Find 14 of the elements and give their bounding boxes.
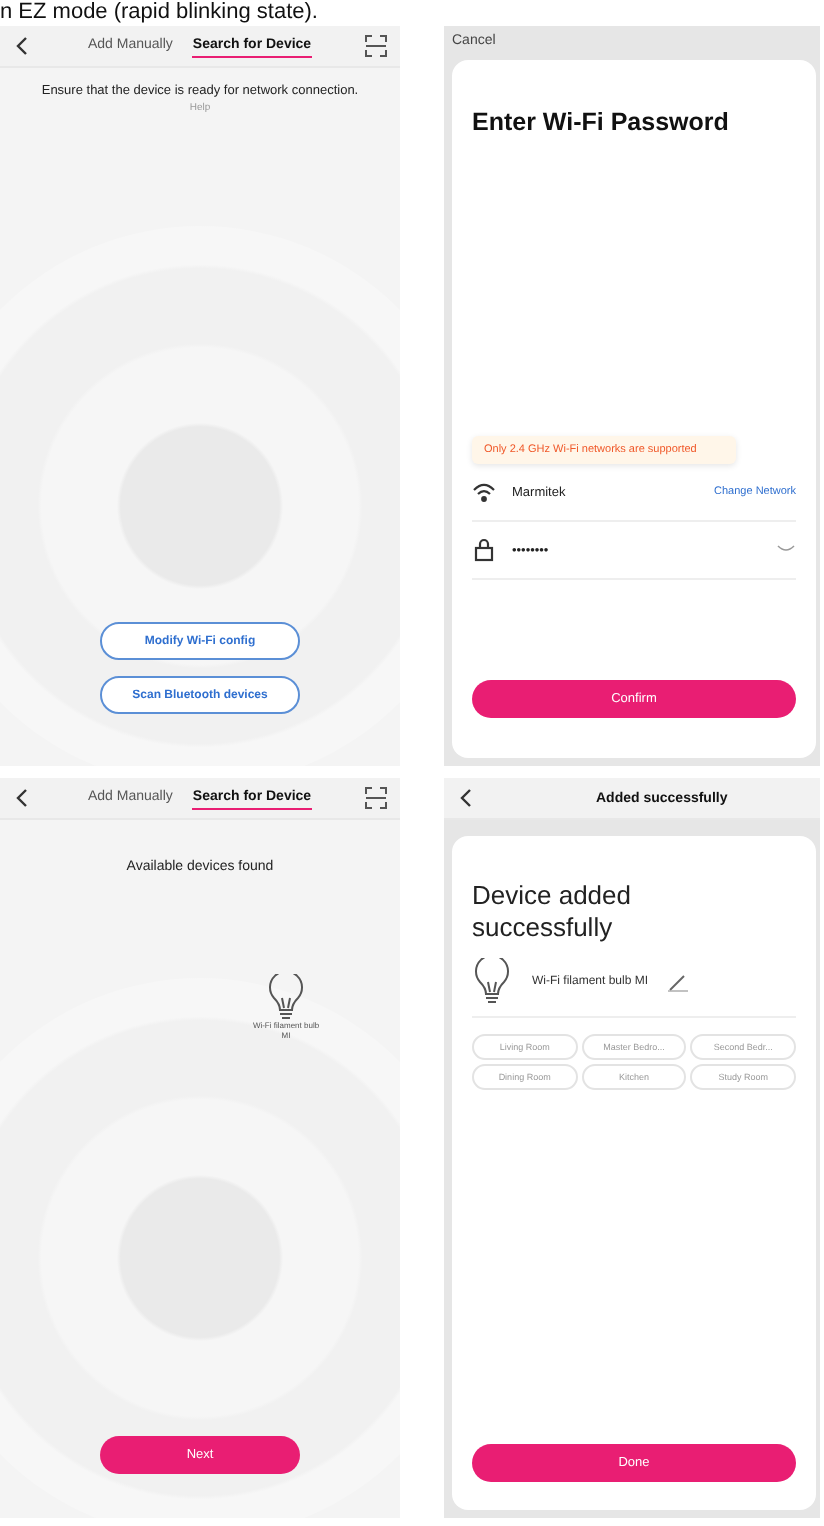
scan-icon[interactable]: [364, 786, 388, 810]
lightbulb-icon[interactable]: [266, 974, 306, 1022]
eye-icon[interactable]: [776, 544, 796, 556]
back-icon[interactable]: [12, 786, 32, 810]
lightbulb-icon: [472, 958, 512, 1007]
pencil-icon[interactable]: [668, 972, 689, 993]
success-heading: Device added successfully: [472, 880, 633, 943]
scan-icon[interactable]: [364, 34, 388, 58]
wifi-icon: [472, 482, 496, 502]
caption-text: n EZ mode (rapid blinking state).: [0, 0, 320, 24]
back-icon[interactable]: [456, 786, 476, 810]
back-icon[interactable]: [12, 34, 32, 58]
page-title: Enter Wi-Fi Password: [472, 108, 731, 136]
lock-icon: [472, 538, 496, 562]
